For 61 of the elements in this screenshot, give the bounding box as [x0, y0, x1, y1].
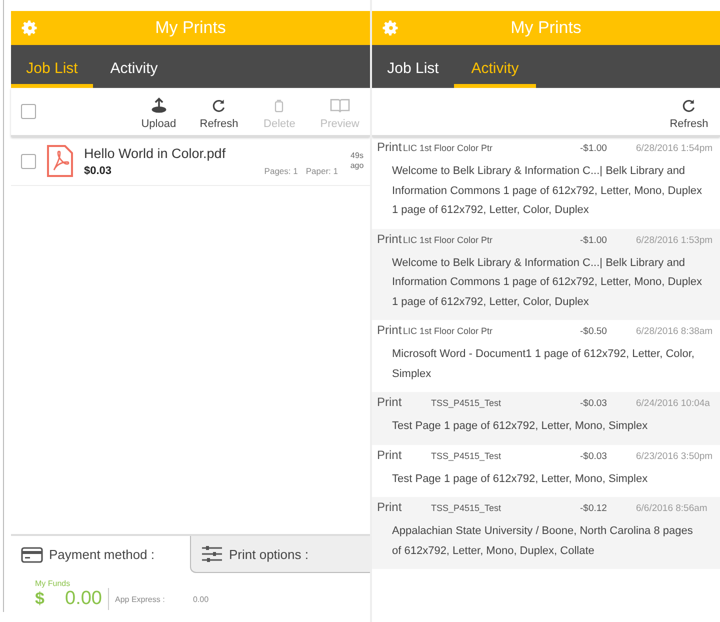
activity-type: Print	[377, 232, 403, 246]
app-title: My Prints	[510, 18, 582, 38]
funds-label: My Funds	[35, 579, 72, 588]
printer-name: LIC 1st Floor Color Ptr	[403, 143, 494, 153]
activity-type: Print	[377, 395, 403, 409]
express-value: 0.00	[192, 594, 209, 604]
charge-amount: -$0.12	[580, 503, 608, 514]
app-title: My Prints	[154, 18, 227, 38]
activity-detail: Microsoft Word - Document1 1 page of 612x792, Letter, Color, Simplex	[391, 347, 696, 382]
activity-date: 6/24/2016 10:04a	[636, 398, 711, 409]
settings-icon[interactable]	[21, 19, 39, 37]
activity-type: Print	[377, 323, 403, 337]
activity-type: Print	[377, 140, 403, 154]
activity-date: 6/28/2016 1:53pm	[636, 234, 714, 246]
activity-detail: Welcome to Belk Library & Information C...| Belk Library and Information Commons 1 page of 612x792, Letter, Mono, Duplex 1 page of 612x792, Letter, Color, Duplex	[391, 256, 704, 310]
activity-date: 6/6/2016 8:56am	[636, 503, 708, 514]
book-icon	[328, 97, 351, 115]
refresh-button[interactable]: Refresh	[658, 93, 720, 130]
settings-icon[interactable]	[382, 19, 400, 37]
tab[interactable]: Activity	[454, 45, 536, 88]
printer-name: LIC 1st Floor Color Ptr	[403, 326, 494, 336]
upload-button[interactable]: Upload	[128, 93, 189, 130]
refresh-icon	[681, 97, 697, 115]
activity-detail: Appalachian State University / Boone, North Carolina 8 pages of 612x792, Letter, Mono, Duplex, Collate	[391, 524, 694, 558]
options-tab[interactable]: Print options :	[190, 536, 370, 573]
express-label: App Express :	[114, 594, 166, 604]
activity-date: 6/28/2016 1:54pm	[636, 143, 714, 154]
checkbox[interactable]	[21, 154, 36, 168]
charge-amount: -$0.03	[580, 450, 608, 462]
printer-name: TSS_P4515_Test	[430, 450, 502, 460]
activity-date: 6/23/2016 3:50pm	[636, 450, 714, 462]
paper-count: Paper: 1	[306, 166, 338, 176]
charge-amount: -$0.03	[580, 398, 608, 409]
file-name: Hello World in Color.pdf	[84, 146, 227, 160]
tab[interactable]: Job List	[372, 45, 454, 88]
job-age: 49s ago	[349, 150, 365, 172]
upload-icon	[150, 97, 168, 115]
refresh-button[interactable]: Refresh	[188, 93, 250, 130]
activity-detail: Test Page 1 page of 612x792, Letter, Mono, Simplex	[391, 472, 649, 486]
page-count: Pages: 1	[264, 166, 298, 176]
sliders-icon	[201, 545, 223, 563]
pdf-icon	[46, 144, 74, 178]
printer-name: TSS_P4515_Test	[430, 398, 502, 408]
refresh-icon	[211, 97, 228, 115]
activity-type: Print	[377, 448, 403, 462]
activity-detail: Welcome to Belk Library & Information C...| Belk Library and Information Commons 1 page of 612x792, Letter, Mono, Duplex 1 page of 612x792, Letter, Color, Duplex	[391, 164, 704, 218]
checkbox[interactable]	[21, 104, 36, 119]
funds-amount: 0.00	[65, 588, 109, 610]
activity-type: Print	[377, 500, 403, 514]
charge-amount: -$1.00	[580, 143, 608, 154]
tab[interactable]: Activity	[93, 45, 175, 88]
activity-detail: Test Page 1 page of 612x792, Letter, Mono, Simplex	[391, 419, 649, 434]
charge-amount: -$0.50	[580, 326, 608, 337]
job-price: $0.03	[84, 164, 113, 176]
activity-date: 6/28/2016 8:38am	[636, 326, 714, 337]
printer-name: LIC 1st Floor Color Ptr	[403, 234, 494, 244]
tab[interactable]: Job List	[11, 45, 93, 88]
charge-amount: -$1.00	[580, 234, 608, 246]
currency-symbol: $	[35, 589, 46, 609]
card-icon	[21, 546, 43, 562]
printer-name: TSS_P4515_Test	[430, 503, 502, 513]
